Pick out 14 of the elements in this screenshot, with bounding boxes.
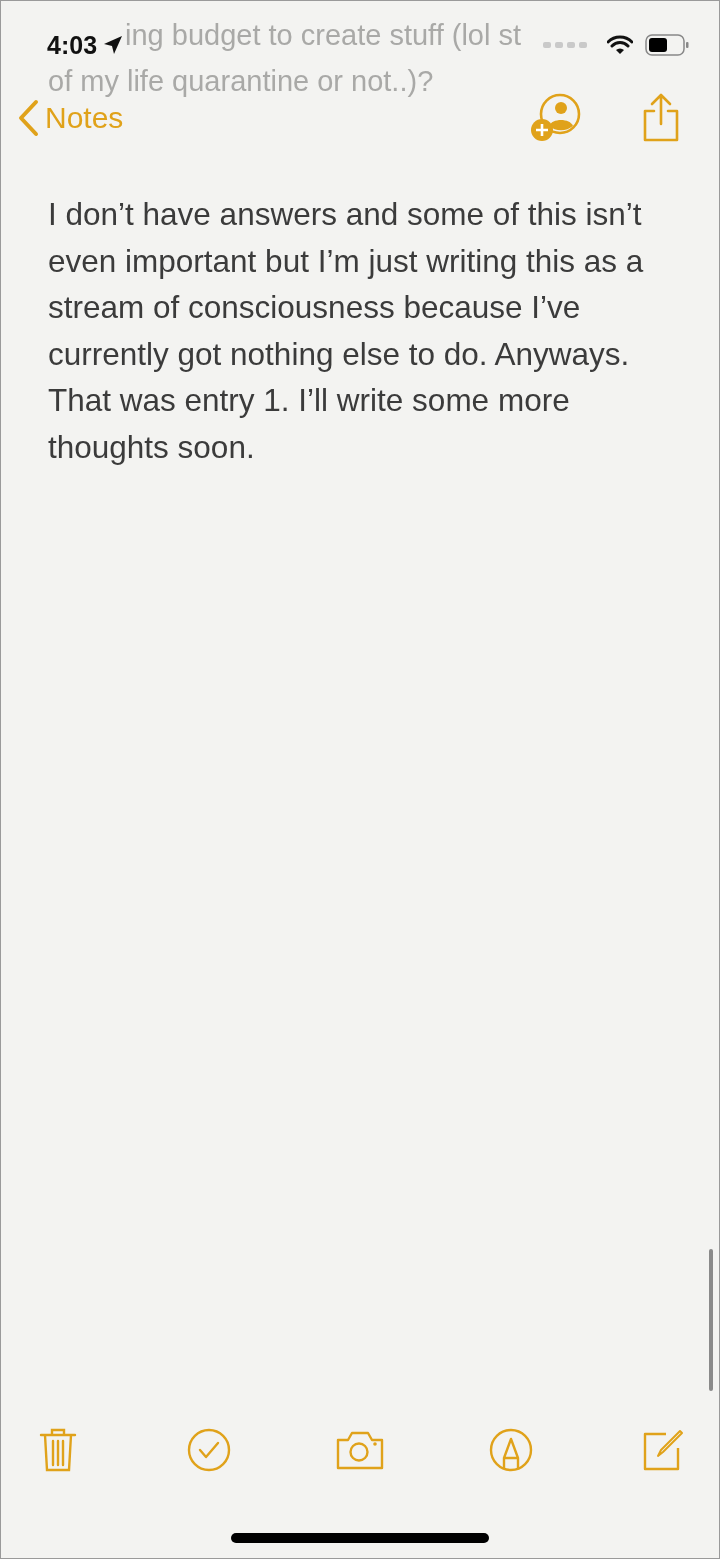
trash-icon xyxy=(38,1427,78,1473)
back-button[interactable]: Notes xyxy=(17,99,124,137)
location-arrow-icon xyxy=(103,35,124,55)
status-time: 4:03 xyxy=(47,30,98,60)
scrolled-note-text: of my life quarantine or not..)? xyxy=(48,65,434,98)
camera-icon xyxy=(335,1430,385,1470)
battery-icon xyxy=(645,34,689,56)
pen-tip-circle-icon xyxy=(489,1428,533,1472)
note-text: I don’t have answers and some of this isn’t even important but I’m just writing this as a stream of consciousness because I’ve currently got nothing else to do. Anyways. That was entry 1. I’ll write some more thoughts soon. xyxy=(48,195,645,467)
chevron-left-icon xyxy=(17,99,39,137)
checkmark-circle-icon xyxy=(187,1428,231,1472)
share-icon xyxy=(642,93,680,143)
scrolled-note-text: ing budget to create stuff (lol st xyxy=(125,19,523,52)
wifi-icon xyxy=(607,35,633,55)
